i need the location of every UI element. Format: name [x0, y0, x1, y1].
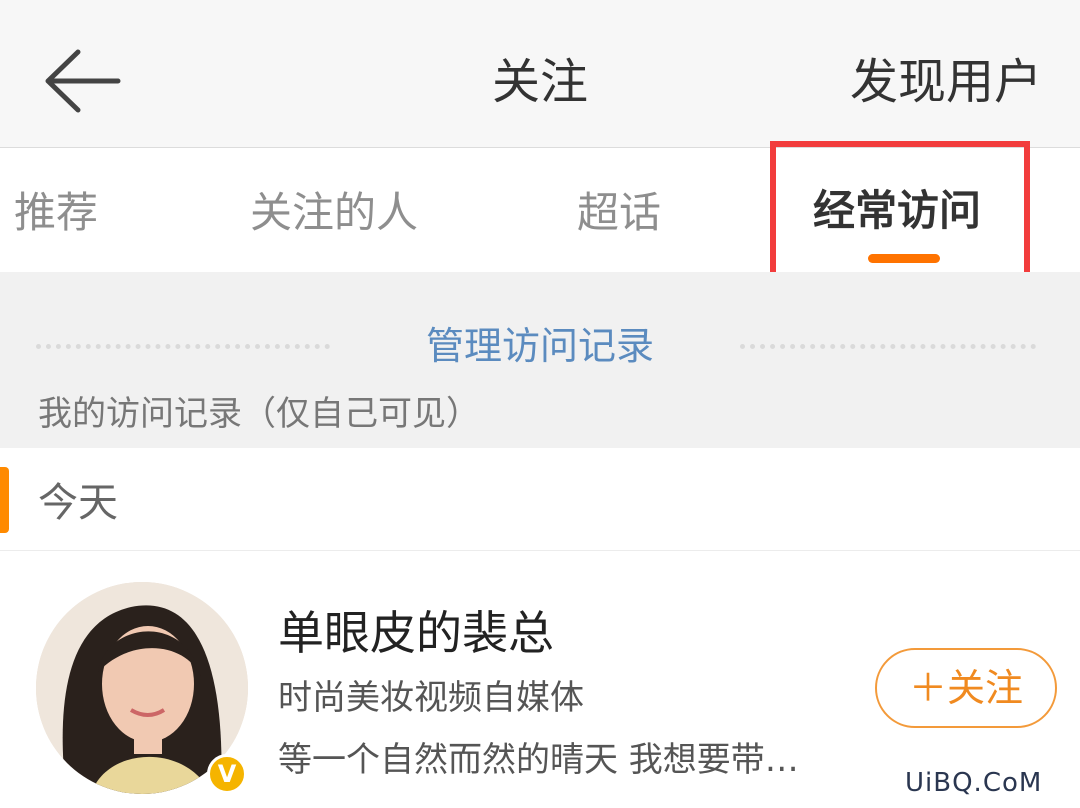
section-marker	[0, 467, 9, 533]
verified-badge-icon: V	[207, 754, 247, 794]
tab-super-topic[interactable]: 超话	[577, 186, 661, 240]
section-label: 今天	[38, 480, 118, 526]
annotation-highlight-box	[770, 141, 1030, 287]
user-description: 时尚美妆视频自媒体	[278, 678, 584, 718]
follow-button[interactable]: ＋关注	[875, 648, 1057, 728]
section-header-today	[0, 448, 1080, 551]
privacy-note: 我的访问记录（仅自己可见）	[38, 394, 480, 434]
watermark: UiBQ.CoM	[905, 768, 1043, 798]
manage-visit-records-link[interactable]: 管理访问记录	[0, 322, 1080, 370]
tab-recommend[interactable]: 推荐	[14, 186, 98, 240]
user-bio: 等一个自然而然的晴天 我想要带…	[278, 740, 799, 780]
user-name[interactable]: 单眼皮的裴总	[278, 604, 554, 662]
discover-users-button[interactable]: 发现用户	[850, 52, 1042, 112]
tab-following[interactable]: 关注的人	[250, 186, 418, 240]
